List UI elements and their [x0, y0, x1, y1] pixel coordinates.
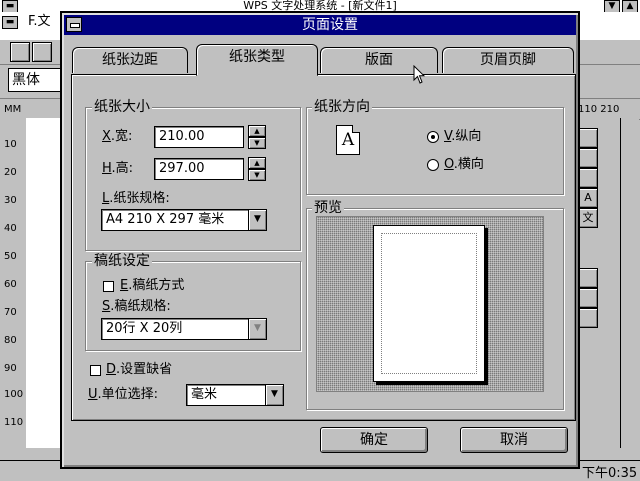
- ruler-mark: 70: [4, 307, 17, 318]
- tool-panel: A 文: [574, 118, 620, 448]
- new-file-icon[interactable]: [10, 42, 30, 62]
- height-label: H.高:: [102, 161, 134, 176]
- unit-select[interactable]: 毫米 ▼: [186, 384, 284, 406]
- preview-page: [373, 225, 485, 382]
- grid-paper-spec-value: 20行 X 20列: [106, 321, 183, 336]
- tab-paper-type[interactable]: 纸张类型: [196, 44, 318, 76]
- paper-spec-dropdown-icon[interactable]: ▼: [248, 210, 266, 230]
- set-default-checkbox[interactable]: [90, 365, 101, 376]
- vertical-ruler: 10 20 30 40 50 60 70 80 90 100 110: [0, 118, 27, 448]
- height-decrement-icon[interactable]: ▼: [248, 169, 266, 181]
- ruler-unit: MM: [4, 104, 22, 115]
- paper-size-group-label: 纸张大小: [92, 99, 152, 115]
- portrait-page-icon: A: [336, 125, 360, 155]
- grid-paper-mode-checkbox[interactable]: [103, 281, 114, 292]
- portrait-radio[interactable]: [427, 131, 439, 143]
- width-decrement-icon[interactable]: ▼: [248, 137, 266, 149]
- tab-paper-margins[interactable]: 纸张边距: [72, 47, 188, 73]
- tool-button[interactable]: [578, 168, 598, 188]
- height-spinner: ▲ ▼: [248, 157, 266, 181]
- landscape-radio[interactable]: [427, 159, 439, 171]
- tool-button[interactable]: A: [578, 188, 598, 208]
- grid-paper-spec-dropdown-icon[interactable]: ▼: [248, 319, 266, 339]
- preview-area: [316, 216, 544, 392]
- dialog-title: 页面设置: [302, 17, 358, 33]
- tool-button[interactable]: [578, 308, 598, 328]
- tool-button[interactable]: [578, 288, 598, 308]
- grid-paper-spec-select[interactable]: 20行 X 20列 ▼: [101, 318, 267, 340]
- preview-margin-outline: [381, 233, 477, 374]
- ok-button[interactable]: 确定: [320, 427, 428, 453]
- grid-paper-spec-label: S.稿纸规格:: [102, 299, 171, 314]
- tool-button[interactable]: [578, 148, 598, 168]
- vertical-scrollbar[interactable]: [620, 118, 639, 448]
- preview-group-label: 预览: [312, 200, 344, 216]
- orientation-group-label: 纸张方向: [312, 99, 372, 115]
- ruler-mark: 60: [4, 279, 17, 290]
- ruler-right-labels: 110 210: [578, 104, 620, 115]
- document-system-menu-icon[interactable]: ▬: [2, 16, 18, 29]
- paper-spec-select[interactable]: A4 210 X 297 毫米 ▼: [101, 209, 267, 231]
- tool-button[interactable]: [578, 128, 598, 148]
- ruler-mark: 20: [4, 167, 17, 178]
- width-spinner: ▲ ▼: [248, 125, 266, 149]
- paper-spec-value: A4 210 X 297 毫米: [106, 212, 225, 227]
- ruler-mark: 80: [4, 335, 17, 346]
- status-time: 下午0:35: [582, 466, 638, 481]
- width-label: X.宽:: [102, 129, 133, 144]
- tool-button[interactable]: [578, 268, 598, 288]
- height-increment-icon[interactable]: ▲: [248, 157, 266, 169]
- height-input[interactable]: 297.00: [154, 158, 244, 180]
- ruler-mark: 40: [4, 223, 17, 234]
- landscape-label: O.横向: [444, 157, 484, 172]
- ruler-mark: 110: [4, 417, 24, 428]
- unit-value: 毫米: [191, 387, 218, 402]
- cancel-button[interactable]: 取消: [460, 427, 568, 453]
- grid-paper-mode-label: E.稿纸方式: [120, 278, 185, 293]
- portrait-label: V.纵向: [444, 129, 482, 144]
- ruler-mark: 30: [4, 195, 17, 206]
- tool-button[interactable]: 文: [578, 208, 598, 228]
- tab-header-footer[interactable]: 页眉页脚: [442, 47, 574, 73]
- unit-dropdown-icon[interactable]: ▼: [265, 385, 283, 405]
- ruler-mark: 50: [4, 251, 17, 262]
- paper-spec-label: L.纸张规格:: [102, 191, 170, 206]
- ruler-mark: 90: [4, 363, 17, 374]
- mouse-pointer-icon: [413, 65, 425, 84]
- ruler-mark: 10: [4, 139, 17, 150]
- grid-paper-group-label: 稿纸设定: [92, 253, 152, 269]
- set-default-label: D.设置缺省: [106, 362, 173, 377]
- dialog-system-menu-icon[interactable]: [66, 17, 82, 32]
- page-setup-dialog: 页面设置 纸张边距 纸张类型 版面 页眉页脚 纸张大小 X.宽: 210.00 …: [60, 11, 580, 469]
- menu-file[interactable]: F.文: [28, 14, 51, 30]
- dialog-title-bar: 页面设置: [64, 15, 576, 35]
- unit-label: U.单位选择:: [88, 387, 159, 402]
- open-folder-icon[interactable]: [32, 42, 52, 62]
- ruler-mark: 100: [4, 389, 24, 400]
- width-increment-icon[interactable]: ▲: [248, 125, 266, 137]
- width-input[interactable]: 210.00: [154, 126, 244, 148]
